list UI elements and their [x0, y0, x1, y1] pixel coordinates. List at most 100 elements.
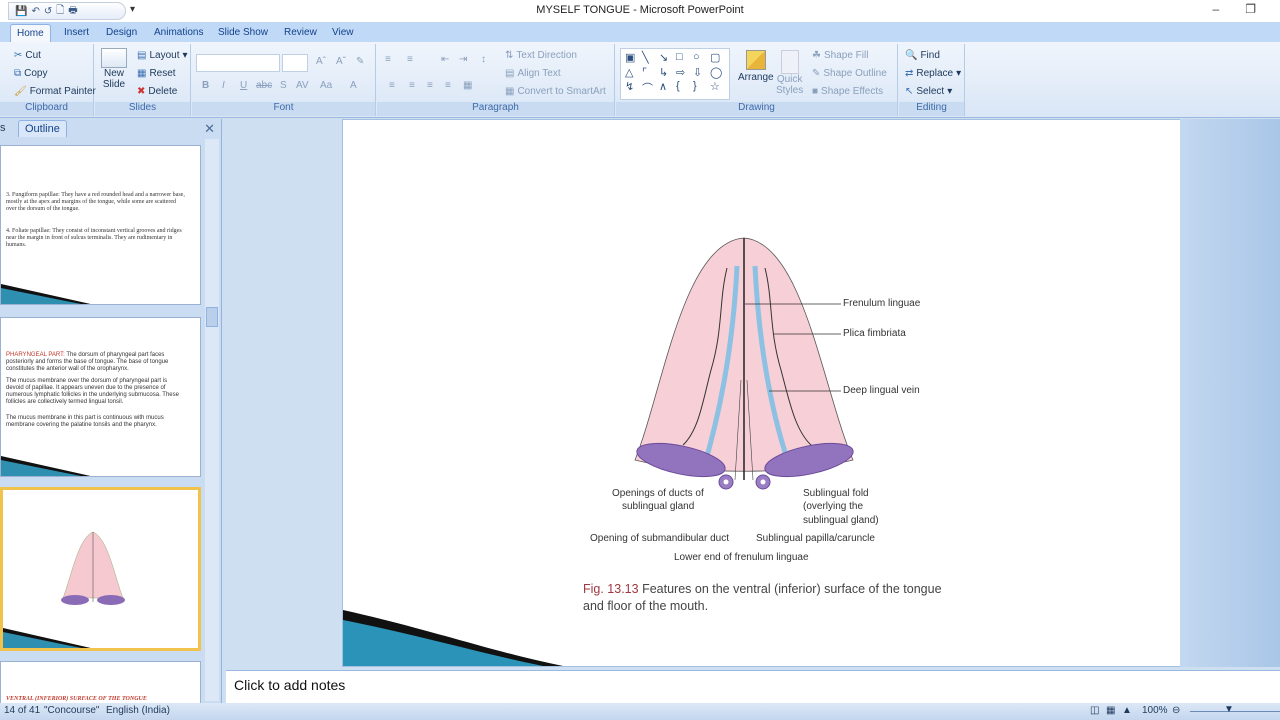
textbox-shape-icon[interactable]: ▣ — [625, 51, 641, 65]
label-frenulum-linguae: Frenulum linguae — [843, 298, 921, 309]
font-size-select[interactable] — [282, 54, 308, 72]
notes-placeholder[interactable]: Click to add notes — [234, 677, 345, 693]
text-direction-icon: ⇅ — [505, 50, 514, 61]
shape-effects-button[interactable]: ■ Shape Effects — [812, 86, 883, 97]
scribble-shape-icon[interactable]: ↯ — [625, 80, 641, 97]
theme-name[interactable]: "Concourse" — [44, 705, 99, 716]
line-spacing-button[interactable]: ↕ — [481, 54, 486, 65]
copy-button[interactable]: ⧉ Copy — [14, 68, 48, 79]
tab-animations[interactable]: Animations — [148, 24, 209, 42]
reset-button[interactable]: ▦ Reset — [137, 68, 176, 79]
tab-slide-show[interactable]: Slide Show — [212, 24, 274, 42]
slide-thumbnail-15-selected[interactable] — [0, 487, 201, 651]
panel-scroll-thumb[interactable] — [206, 307, 218, 327]
minimize-icon[interactable]: – — [1213, 2, 1220, 16]
font-color-button[interactable]: A — [350, 80, 357, 91]
character-spacing-button[interactable]: AV — [296, 80, 309, 91]
convert-smartart-button[interactable]: ▦ Convert to SmartArt — [505, 86, 606, 97]
bullets-button[interactable]: ≡ — [385, 54, 391, 65]
slide-sorter-icon[interactable]: ▦ — [1106, 705, 1115, 716]
tab-slides[interactable]: s — [0, 122, 6, 134]
slide-show-icon[interactable]: ▲ — [1122, 705, 1132, 716]
star-shape-icon[interactable]: ☆ — [710, 80, 726, 97]
right-brace-shape-icon[interactable]: } — [693, 80, 709, 97]
replace-button[interactable]: ⇄ Replace ▾ — [905, 68, 961, 79]
clear-formatting-button[interactable]: ✎ — [356, 56, 364, 67]
shape-fill-button[interactable]: ☘ Shape Fill — [812, 50, 868, 61]
right-arrow-shape-icon[interactable]: ⇨ — [676, 66, 692, 80]
align-center-button[interactable]: ≡ — [409, 80, 415, 91]
tab-review[interactable]: Review — [278, 24, 323, 42]
text-direction-button[interactable]: ⇅ Text Direction — [505, 50, 577, 61]
delete-button[interactable]: ✖ Delete — [137, 86, 177, 97]
arrange-button[interactable]: Arrange — [738, 50, 774, 83]
freeform-shape-icon[interactable]: ◯ — [710, 66, 726, 80]
strikethrough-button[interactable]: abc — [256, 80, 272, 91]
shape-outline-button[interactable]: ✎ Shape Outline — [812, 68, 887, 79]
increase-indent-button[interactable]: ⇥ — [459, 54, 467, 65]
restore-icon[interactable]: ❐ — [1245, 2, 1256, 16]
oval-shape-icon[interactable]: ○ — [693, 51, 709, 65]
grow-font-button[interactable]: Aˆ — [316, 56, 326, 67]
slide-thumbnail-13[interactable]: 3. Fungiform papillae: They have a red r… — [0, 145, 201, 305]
arc-shape-icon[interactable]: ⌒ — [642, 80, 658, 97]
quick-styles-button[interactable]: Quick Styles — [776, 50, 803, 96]
line-shape-icon[interactable]: ╲ — [642, 51, 658, 65]
format-painter-button[interactable]: 🖌 Format Painter — [14, 86, 96, 97]
change-case-button[interactable]: Aa — [320, 80, 332, 91]
down-arrow-shape-icon[interactable]: ⇩ — [693, 66, 709, 80]
zoom-out-icon[interactable]: ⊖ — [1172, 705, 1180, 716]
theme-swoosh — [3, 628, 91, 648]
slides-group-label: Slides — [95, 102, 190, 116]
elbow-connector-icon[interactable]: ⌜ — [642, 66, 658, 80]
shapes-gallery[interactable]: ▣ ╲ ↘ □ ○ ▢ △ ⌜ ↳ ⇨ ⇩ ◯ ↯ ⌒ ∧{} ☆ — [620, 48, 730, 100]
tab-design[interactable]: Design — [100, 24, 143, 42]
triangle-shape-icon[interactable]: △ — [625, 66, 641, 80]
normal-view-icon[interactable]: ◫ — [1090, 705, 1099, 716]
italic-button[interactable]: I — [222, 80, 225, 91]
align-right-button[interactable]: ≡ — [427, 80, 433, 91]
theme-swoosh — [1, 456, 91, 476]
paint-bucket-icon: ☘ — [812, 50, 821, 61]
rounded-rect-shape-icon[interactable]: ▢ — [710, 51, 726, 65]
bold-button[interactable]: B — [202, 80, 209, 91]
new-slide-button[interactable]: New Slide — [101, 48, 127, 90]
slide-thumbnail-16[interactable]: VENTRAL (INFERIOR) SURFACE OF THE TONGUE — [0, 661, 201, 705]
slide-thumbnail-14[interactable]: PHARYNGEAL PART: The dorsum of pharyngea… — [0, 317, 201, 477]
arrow-line-shape-icon[interactable]: ↘ — [659, 51, 675, 65]
shrink-font-button[interactable]: Aˇ — [336, 56, 346, 67]
align-text-button[interactable]: ▤ Align Text — [505, 68, 561, 79]
font-name-select[interactable] — [196, 54, 280, 72]
elbow-arrow-icon[interactable]: ↳ — [659, 66, 675, 80]
columns-button[interactable]: ▦ — [463, 80, 472, 91]
curve-shape-icon[interactable]: ∧ — [659, 80, 675, 97]
slide-canvas[interactable]: Frenulum linguae Plica fimbriata Deep li… — [342, 119, 1182, 667]
tab-view[interactable]: View — [326, 24, 360, 42]
find-button[interactable]: 🔍 Find — [905, 50, 940, 61]
zoom-slider-thumb[interactable]: ▼ — [1224, 704, 1234, 715]
align-left-button[interactable]: ≡ — [389, 80, 395, 91]
underline-button[interactable]: U — [240, 80, 247, 91]
cursor-icon: ↖ — [905, 86, 914, 97]
notes-pane[interactable]: Click to add notes — [226, 670, 1280, 703]
cut-button[interactable]: ✂ Cut — [14, 50, 41, 61]
layout-button[interactable]: ▤ Layout ▾ — [137, 50, 188, 61]
decrease-indent-button[interactable]: ⇤ — [441, 54, 449, 65]
tab-outline[interactable]: Outline — [18, 120, 67, 137]
close-panel-icon[interactable]: ✕ — [204, 121, 215, 137]
left-brace-shape-icon[interactable]: { — [676, 80, 692, 97]
rectangle-shape-icon[interactable]: □ — [676, 51, 692, 65]
tab-insert[interactable]: Insert — [58, 24, 95, 42]
tab-home[interactable]: Home — [10, 24, 51, 42]
tongue-diagram — [634, 237, 854, 490]
slide-editing-area: Frenulum linguae Plica fimbriata Deep li… — [226, 119, 1280, 667]
shadow-button[interactable]: S — [280, 80, 287, 91]
panel-scrollbar[interactable] — [205, 139, 219, 701]
numbering-button[interactable]: ≡ — [407, 54, 413, 65]
zoom-slider[interactable] — [1190, 711, 1280, 712]
clipboard-group-label: Clipboard — [0, 102, 93, 116]
language-status[interactable]: English (India) — [106, 705, 170, 716]
zoom-level[interactable]: 100% — [1142, 705, 1168, 716]
justify-button[interactable]: ≡ — [445, 80, 451, 91]
select-button[interactable]: ↖ Select ▾ — [905, 86, 952, 97]
